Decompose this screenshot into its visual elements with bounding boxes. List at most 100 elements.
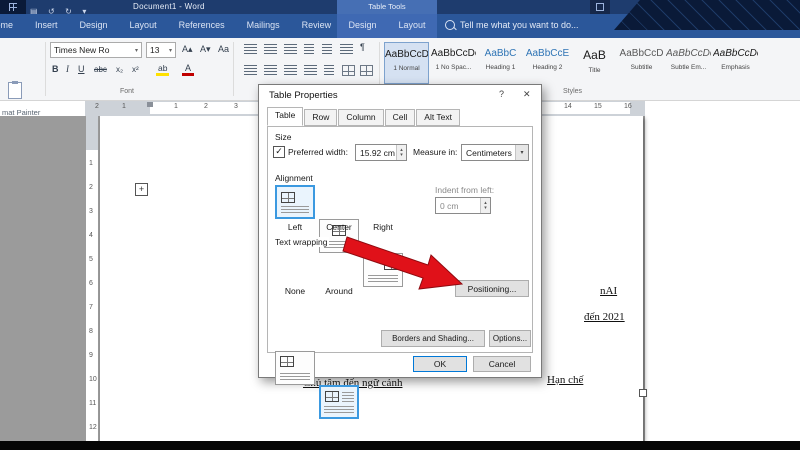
table-resize-handle[interactable] [639, 389, 647, 397]
bold-button[interactable]: B [52, 64, 59, 74]
tab-review[interactable]: Review [291, 14, 343, 38]
ruler-number: 12 [89, 424, 97, 431]
ruler-number: 3 [89, 208, 93, 215]
dialog-title: Table Properties [269, 90, 338, 101]
tab-layout[interactable]: Layout [119, 14, 168, 38]
tab-table-layout[interactable]: Layout [387, 14, 436, 38]
shrink-font-button[interactable]: A▾ [200, 44, 211, 55]
mini-lines-icon [342, 392, 354, 402]
window-control-icon[interactable] [590, 0, 610, 14]
font-group-label: Font [120, 88, 134, 95]
font-color-button[interactable]: A [182, 63, 194, 76]
close-button[interactable]: ✕ [523, 89, 531, 100]
cancel-button[interactable]: Cancel [473, 356, 531, 372]
app-icon [0, 0, 26, 14]
dialog-tab-cell[interactable]: Cell [385, 109, 416, 126]
tab-mailings[interactable]: Mailings [236, 14, 291, 38]
font-name-select[interactable]: Times New Ro ▾ [50, 42, 142, 58]
font-size-select[interactable]: 13 ▾ [146, 42, 176, 58]
align-center-icon[interactable] [264, 65, 277, 75]
help-button[interactable]: ? [499, 89, 504, 99]
mini-lines-icon [281, 206, 309, 213]
ruler-number: 11 [89, 400, 96, 407]
table-fragment-developer: nAI [600, 285, 617, 297]
borders-icon[interactable] [360, 65, 373, 76]
size-heading: Size [273, 132, 294, 142]
multilevel-list-icon[interactable] [284, 44, 297, 54]
style-title[interactable]: AaB Title [572, 42, 617, 84]
dialog-tab-row[interactable]: Row [304, 109, 337, 126]
wrapping-around-option[interactable] [319, 385, 359, 419]
preferred-width-checkbox[interactable]: ✓ [273, 146, 285, 158]
style-subtitle[interactable]: AaBbCcD Subtitle [619, 42, 664, 84]
line-spacing-icon[interactable] [324, 65, 334, 75]
italic-button[interactable]: I [66, 64, 69, 74]
sort-icon[interactable] [340, 44, 353, 54]
ruler-number: 4 [89, 232, 93, 239]
grow-font-button[interactable]: A▴ [182, 44, 193, 55]
justify-icon[interactable] [304, 65, 317, 75]
increase-indent-icon[interactable] [322, 44, 332, 54]
indent-from-left-input[interactable]: 0 cm ▴▾ [435, 197, 491, 214]
measure-in-select[interactable]: Centimeters ▾ [461, 144, 529, 161]
underline-button[interactable]: U [78, 64, 85, 74]
options-button[interactable]: Options... [489, 330, 531, 347]
style-heading1[interactable]: AaBbC Heading 1 [478, 42, 523, 84]
strikethrough-button[interactable]: abc [94, 65, 107, 74]
text-wrapping-heading: Text wrapping [273, 237, 329, 247]
font-name-value: Times New Ro [54, 45, 109, 55]
dialog-tab-column[interactable]: Column [338, 109, 383, 126]
styles-group-label: Styles [563, 88, 582, 95]
format-painter-label[interactable]: mat Painter [2, 108, 40, 117]
ruler-number: 2 [95, 103, 99, 110]
text-highlight-button[interactable]: ab [156, 63, 169, 76]
table-move-handle[interactable]: + [135, 183, 148, 196]
indent-from-left-label: Indent from left: [435, 185, 494, 195]
spinner-arrows-icon[interactable]: ▴▾ [480, 198, 490, 213]
superscript-button[interactable]: x² [132, 65, 139, 74]
tab-table-design[interactable]: Design [337, 14, 387, 38]
screen: ▤ ↺ ↻ ▾ Document1 - Word Table Tools Hom… [0, 0, 800, 450]
preferred-width-input[interactable]: 15.92 cm ▴▾ [355, 144, 407, 161]
ok-button[interactable]: OK [413, 356, 467, 372]
v-ruler[interactable]: 123456789101112 [86, 116, 98, 441]
style-heading2[interactable]: AaBbCcE Heading 2 [525, 42, 570, 84]
alignment-heading: Alignment [273, 173, 315, 183]
alignment-left-option[interactable] [275, 185, 315, 219]
style-normal[interactable]: AaBbCcDc 1 Normal [384, 42, 429, 84]
preferred-width-label: Preferred width: [288, 147, 348, 157]
dropdown-caret-icon: ▾ [515, 145, 528, 160]
change-case-button[interactable]: Aa [218, 44, 229, 54]
tab-insert[interactable]: Insert [24, 14, 69, 38]
shading-icon[interactable] [342, 65, 355, 76]
subscript-button[interactable]: x₂ [116, 65, 123, 74]
wrapping-none-option[interactable] [275, 351, 315, 385]
tab-home[interactable]: Home [0, 14, 24, 38]
format-painter-icon [8, 82, 22, 99]
ruler-number: 16 [624, 103, 632, 110]
style-no-spacing[interactable]: AaBbCcDc 1 No Spac... [431, 42, 476, 84]
tell-me-box[interactable]: Tell me what you want to do... [445, 20, 579, 30]
align-right-icon[interactable] [284, 65, 297, 75]
tab-references[interactable]: References [168, 14, 236, 38]
style-subtle-emphasis[interactable]: AaBbCcDc Subtle Em... [666, 42, 711, 84]
numbering-icon[interactable] [264, 44, 277, 54]
dialog-tab-table[interactable]: Table [267, 107, 303, 126]
dialog-tab-alttext[interactable]: Alt Text [416, 109, 460, 126]
spinner-arrows-icon[interactable]: ▴▾ [396, 145, 406, 160]
indent-marker[interactable] [147, 102, 153, 107]
ruler-number: 2 [204, 103, 208, 110]
style-emphasis[interactable]: AaBbCcDc Emphasis [713, 42, 758, 84]
ruler-number: 2 [89, 184, 93, 191]
mini-lines-icon [324, 406, 354, 413]
bottom-bar [0, 441, 800, 450]
borders-and-shading-button[interactable]: Borders and Shading... [381, 330, 485, 347]
align-left-icon[interactable] [244, 65, 257, 75]
decrease-indent-icon[interactable] [304, 44, 314, 54]
tab-design[interactable]: Design [69, 14, 119, 38]
pilcrow-icon[interactable]: ¶ [360, 42, 365, 52]
table-fragment-data: đến 2021 [584, 311, 625, 323]
preferred-width-value: 15.92 cm [360, 148, 395, 158]
bullets-icon[interactable] [244, 44, 257, 54]
ruler-number: 14 [564, 103, 572, 110]
